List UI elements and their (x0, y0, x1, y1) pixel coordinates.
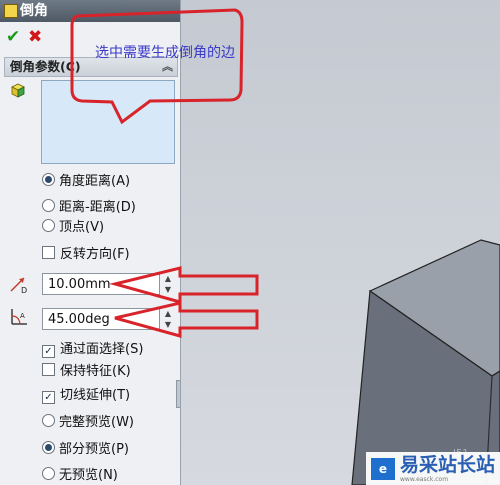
angle-pointer-arrow (114, 301, 259, 338)
watermark-name: 易采站长站 (400, 454, 496, 476)
watermark-logo: e (371, 458, 395, 480)
watermark-url: www.easck.com (400, 476, 449, 483)
distance-pointer-arrow (109, 266, 259, 304)
watermark: e 易采站长站 www.easck.com (366, 452, 500, 485)
annotation-overlay (70, 8, 259, 338)
callout-text: 选中需要生成倒角的边 (95, 45, 235, 61)
